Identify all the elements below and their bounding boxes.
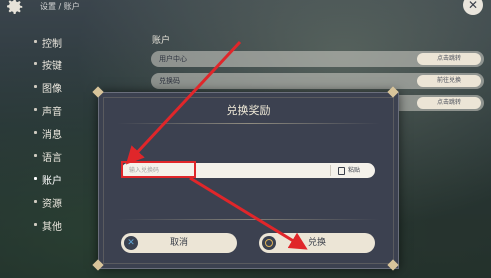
row-label: 兑换码 bbox=[159, 77, 180, 85]
dialog-title: 兑换奖励 bbox=[226, 104, 271, 117]
sidebar-item-label: 声音 bbox=[42, 107, 62, 118]
sidebar-item-label: 语言 bbox=[42, 153, 62, 164]
sidebar-item-controls[interactable]: 控制 bbox=[34, 32, 114, 52]
sidebar-item-label: 资源 bbox=[42, 199, 62, 210]
paste-button[interactable]: 粘贴 bbox=[329, 164, 369, 177]
account-row-redeem-code: 兑换码 前往兑换 bbox=[151, 73, 484, 89]
redeem-button[interactable]: 兑换 bbox=[259, 233, 375, 253]
cancel-button[interactable]: ✕ 取消 bbox=[121, 233, 237, 253]
sidebar-item-label: 其他 bbox=[42, 222, 62, 233]
sidebar-item-label: 账户 bbox=[42, 176, 62, 187]
go-redeem-button[interactable]: 前往兑换 bbox=[417, 75, 481, 87]
gear-icon bbox=[7, 0, 23, 14]
annotation-highlight-box bbox=[121, 161, 196, 178]
breadcrumb: 设置 / 账户 bbox=[40, 2, 80, 11]
sidebar-item-label: 图像 bbox=[42, 84, 62, 95]
sidebar-item-keybinds[interactable]: 按键 bbox=[34, 54, 114, 74]
other-jump-button[interactable]: 点击跳转 bbox=[417, 97, 481, 109]
cancel-label: 取消 bbox=[169, 238, 188, 248]
redeem-label: 兑换 bbox=[307, 238, 326, 248]
sidebar-item-label: 按键 bbox=[42, 61, 62, 72]
confirm-icon bbox=[262, 236, 276, 250]
cancel-icon: ✕ bbox=[124, 236, 138, 250]
paste-label: 粘贴 bbox=[347, 167, 360, 174]
divider bbox=[117, 219, 380, 220]
sidebar-item-label: 控制 bbox=[42, 39, 62, 50]
user-center-jump-button[interactable]: 点击跳转 bbox=[417, 53, 481, 65]
clipboard-icon bbox=[337, 166, 345, 175]
close-icon: ✕ bbox=[467, 0, 479, 12]
row-label: 用户中心 bbox=[159, 55, 187, 63]
divider bbox=[117, 123, 380, 124]
account-row-user-center: 用户中心 点击跳转 bbox=[151, 51, 484, 67]
redeem-dialog: 兑换奖励 粘贴 ✕ 取消 兑换 bbox=[98, 92, 399, 269]
sidebar-item-label: 消息 bbox=[42, 130, 62, 141]
section-title: 账户 bbox=[152, 36, 171, 46]
